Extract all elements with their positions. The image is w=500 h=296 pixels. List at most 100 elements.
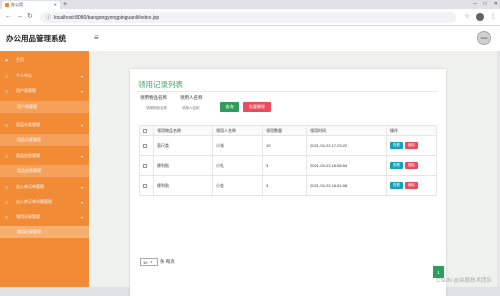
sidebar-item-supplies-management[interactable]: ≡ 用品信息管理 ▾ [0,150,89,162]
sidebar-item-personal-center[interactable]: ≡ 个人中心 ▾ [0,70,89,82]
item-name-label: 领用物品名称 [140,95,167,101]
cell-item-name: 便利贴 [154,176,213,196]
cell-person-name: 小礼 [213,156,263,176]
back-icon[interactable]: ← [5,12,12,22]
page-title: 领用记录列表 [138,79,183,90]
bookmark-star-icon[interactable]: ☆ [465,12,470,22]
hamburger-icon[interactable]: ≡ [94,33,99,43]
page-size-select[interactable]: 10▾ [140,258,158,266]
column-header: 领用人名称 [213,126,263,136]
row-select-cell [140,156,154,176]
menu-icon: ≡ [4,200,9,205]
cell-person-name: 小张 [213,136,263,156]
page-size-selector: 10▾ 条 每页 [140,258,175,266]
tab-close-icon[interactable]: ✕ [54,2,57,8]
cell-time: 2021-03-23 16:51:08 [307,176,387,196]
chevron-down-icon: ▾ [150,260,152,264]
menu-icon: ≡ [4,185,9,190]
sidebar-item-stock-order-details[interactable]: ≡ 出入库订单详情管理 ▾ [0,196,89,208]
column-header: 领用物品名称 [154,126,213,136]
cell-time: 2021-03-23 17:23:22 [307,136,387,156]
column-header: 领用时间 [307,126,387,136]
window-controls: ─ □ ✕ [473,0,498,9]
sidebar-item-receipt-records[interactable]: ≡ 领用记录管理 ▾ [0,211,89,223]
table-row: 直尺类 小张 10 2021-03-23 17:23:22 查看删除 [140,136,437,156]
chevron-down-icon: ▾ [81,123,83,128]
minimize-icon[interactable]: ─ [473,0,477,9]
sidebar-item-label: 个人中心 [16,73,32,79]
url-text: localhost:8080/bangongyongpinguanli/inde… [54,15,159,21]
sidebar-item-stock-orders[interactable]: ≡ 出入库订单管理 ▾ [0,181,89,193]
sidebar-subitem-receipt-records[interactable]: 领用记录管理 [0,226,89,238]
per-page-label: 条 每页 [160,259,175,265]
cell-quantity: 3 [263,176,307,196]
maximize-icon[interactable]: □ [484,0,487,9]
menu-icon: ≡ [4,215,9,220]
sidebar-subitem-category-management[interactable]: 用品分类管理 [0,134,89,146]
view-button[interactable]: 查看 [390,142,403,149]
sidebar-item-label: 用品分类管理 [16,122,40,128]
select-all-checkbox[interactable] [143,129,147,133]
browser-tab-strip: 办公用 ✕ + ─ □ ✕ [0,0,500,9]
records-table: 领用物品名称 领用人名称 领用数量 领用时间 操作 直尺类 小张 10 2021… [139,125,437,196]
divider [138,91,438,92]
avatar-label: Tools [480,36,487,40]
sidebar-item-label: 领用记录管理 [16,214,40,220]
cell-person-name: 小金 [213,176,263,196]
close-window-icon[interactable]: ✕ [494,0,498,9]
flag-icon: ⚑ [4,58,9,63]
browser-tab[interactable]: 办公用 ✕ [2,1,60,9]
search-button[interactable]: 查询 [220,102,239,112]
url-field[interactable]: ⓘ localhost:8080/bangongyongpinguanli/in… [40,12,456,23]
sidebar-item-label: 出入库订单管理 [16,184,44,190]
sidebar-item-label: 用品信息管理 [17,168,41,174]
sidebar-item-label: 用品分类管理 [17,137,41,143]
batch-delete-button[interactable]: 批量删除 [243,102,271,112]
sidebar-subitem-supplies-management[interactable]: 用品信息管理 [0,165,89,177]
cell-quantity: 10 [263,136,307,156]
sidebar-subitem-user-management[interactable]: 用户表管理 [0,101,89,113]
cell-actions: 查看删除 [387,176,437,196]
row-checkbox[interactable] [143,184,147,188]
cell-actions: 查看删除 [387,136,437,156]
records-card: 领用记录列表 领用物品名称 领用人名称 查询 批量删除 领用物品名称 领用人名称… [130,69,446,296]
app-header: 办公用品管理系统 ≡ Tools [0,26,500,51]
view-button[interactable]: 查看 [390,182,403,189]
chevron-down-icon: ▾ [81,74,83,79]
item-name-input[interactable] [146,103,186,113]
forward-icon[interactable]: → [16,12,23,22]
avatar[interactable]: Tools [477,31,491,45]
info-icon: ⓘ [46,14,51,21]
table-row: 便利贴 小金 3 2021-03-23 16:51:08 查看删除 [140,176,437,196]
person-name-input[interactable] [182,103,222,113]
delete-button[interactable]: 删除 [405,182,418,189]
sidebar-item-label: 用户表管理 [17,104,37,110]
table-header-row: 领用物品名称 领用人名称 领用数量 领用时间 操作 [140,126,437,136]
reload-icon[interactable]: ↻ [27,12,33,22]
row-checkbox[interactable] [143,164,147,168]
new-tab-icon[interactable]: + [63,0,67,9]
main-content: 领用记录列表 领用物品名称 领用人名称 查询 批量删除 领用物品名称 领用人名称… [89,51,500,287]
sidebar: ⚑ 主页 ≡ 个人中心 ▾ ≡ 用户表管理 ▾ 用户表管理 ≡ 用品分类管理 ▾… [0,51,89,287]
cell-time: 2021-03-23 16:58:54 [307,156,387,176]
column-header: 操作 [387,126,437,136]
person-name-label: 领用人名称 [180,95,203,101]
row-checkbox[interactable] [143,144,147,148]
sidebar-item-user-management[interactable]: ≡ 用户表管理 ▾ [0,85,89,97]
column-header: 领用数量 [263,126,307,136]
sidebar-item-home[interactable]: ⚑ 主页 [0,54,89,66]
view-button[interactable]: 查看 [390,162,403,169]
delete-button[interactable]: 删除 [405,162,418,169]
sidebar-item-category-management[interactable]: ≡ 用品分类管理 ▾ [0,119,89,131]
sidebar-item-label: 用品信息管理 [16,153,40,159]
watermark: CSDN @央顺技术团队 [436,276,492,284]
profile-icon[interactable] [476,13,484,21]
cell-actions: 查看删除 [387,156,437,176]
delete-button[interactable]: 删除 [405,142,418,149]
chevron-down-icon: ▾ [81,89,83,94]
address-bar: ← → ↻ ⓘ localhost:8080/bangongyongpingua… [0,9,500,26]
menu-icon: ≡ [4,154,9,159]
menu-icon: ≡ [4,74,9,79]
page-size-value: 10 [143,260,147,265]
menu-dots-icon[interactable]: ⋮ [490,12,496,22]
